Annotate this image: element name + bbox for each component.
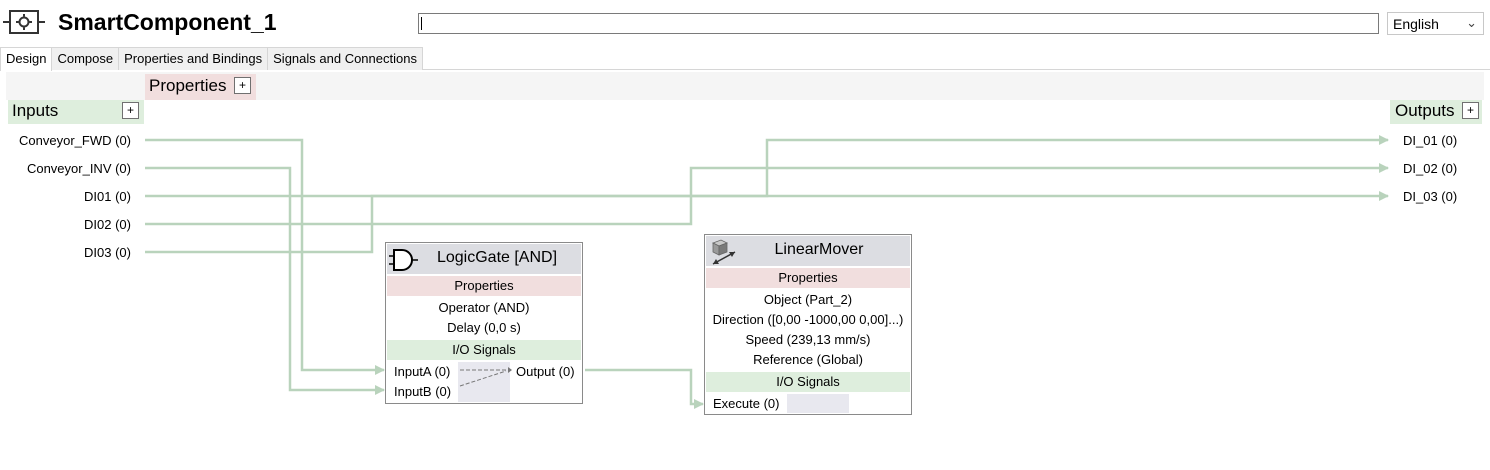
linear-mover-block[interactable]: LinearMover Properties Object (Part_2) D… (704, 234, 912, 415)
logic-gate-header[interactable]: LogicGate [AND] (387, 244, 581, 274)
output-signal-di-03[interactable]: DI_03 (0) (1403, 189, 1457, 204)
linear-mover-execute[interactable]: Execute (0) (713, 396, 779, 411)
logic-gate-delay[interactable]: Delay (0,0 s) (386, 320, 582, 335)
logic-gate-output[interactable]: Output (0) (516, 364, 575, 379)
logic-gate-operator[interactable]: Operator (AND) (386, 300, 582, 315)
logic-gate-input-a[interactable]: InputA (0) (394, 364, 450, 379)
linear-mover-header[interactable]: LinearMover (706, 236, 910, 266)
logic-gate-properties-header: Properties (387, 276, 581, 296)
linear-mover-icon (712, 239, 736, 265)
linear-mover-direction[interactable]: Direction ([0,00 -1000,00 0,00]...) (705, 312, 911, 327)
input-signal-di01[interactable]: DI01 (0) (0, 189, 131, 204)
internal-signal-lines (459, 367, 512, 387)
logic-gate-signals-header: I/O Signals (387, 340, 581, 360)
linear-mover-speed[interactable]: Speed (239,13 mm/s) (705, 332, 911, 347)
linear-mover-reference[interactable]: Reference (Global) (705, 352, 911, 367)
wire-conveyor-inv (145, 166, 385, 395)
linear-mover-signals-header: I/O Signals (706, 372, 910, 392)
linear-mover-signal-area (787, 394, 849, 413)
input-signal-di02[interactable]: DI02 (0) (0, 217, 131, 232)
input-signal-conveyor-inv[interactable]: Conveyor_INV (0) (0, 161, 131, 176)
wire-output-execute (585, 368, 704, 409)
output-signal-di-02[interactable]: DI_02 (0) (1403, 161, 1457, 176)
smart-component-editor: SmartComponent_1 English ⌄ Design Compos… (0, 0, 1490, 470)
logic-gate-input-b[interactable]: InputB (0) (394, 384, 451, 399)
logic-gate-title: LogicGate [AND] (436, 249, 558, 266)
linear-mover-object[interactable]: Object (Part_2) (705, 292, 911, 307)
linear-mover-properties-header: Properties (706, 268, 910, 288)
linear-mover-title: LinearMover (774, 241, 864, 258)
logic-gate-block[interactable]: LogicGate [AND] Properties Operator (AND… (385, 242, 583, 404)
and-gate-icon (389, 249, 418, 271)
output-signal-di-01[interactable]: DI_01 (0) (1403, 133, 1457, 148)
input-signal-di03[interactable]: DI03 (0) (0, 245, 131, 260)
input-signal-conveyor-fwd[interactable]: Conveyor_FWD (0) (0, 133, 131, 148)
wire-conveyor-fwd (145, 138, 385, 375)
